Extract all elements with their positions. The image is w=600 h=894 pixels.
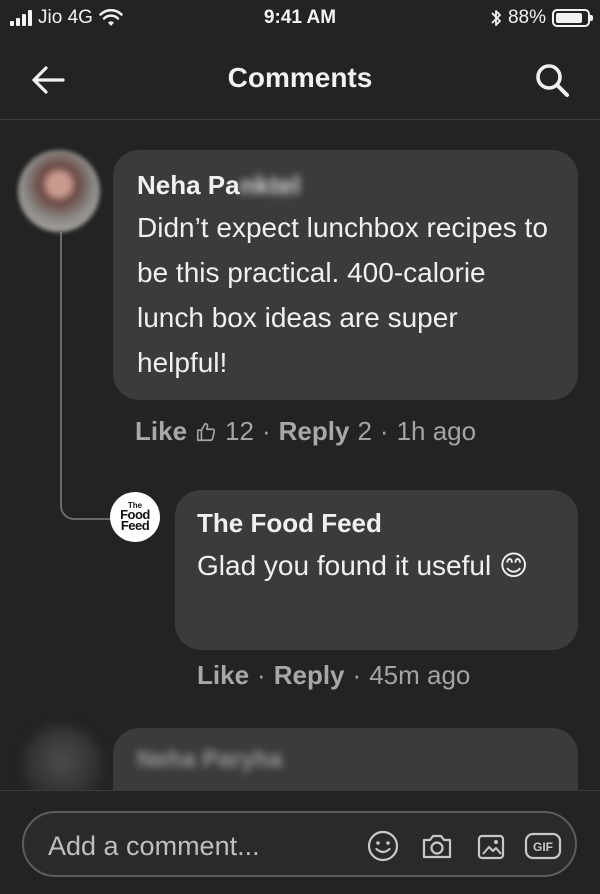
like-button[interactable]: Like (135, 416, 187, 447)
reply-time: 45m ago (369, 660, 471, 690)
reply-thread-line (60, 232, 110, 520)
reply-bubble: The Food Feed Glad you found it useful 😊 (175, 490, 578, 650)
reply-button[interactable]: Reply (274, 660, 345, 691)
like-button[interactable]: Like (197, 660, 249, 691)
separator-dot: · (352, 660, 362, 690)
battery-percent: 88% (507, 7, 546, 28)
comment-bubble: Neha Panktel Didn’t expect lunchbox reci… (113, 150, 578, 400)
comment-actions: Like 12 · Reply 2 · 1h ago (135, 416, 476, 447)
gif-label: GIF (533, 840, 553, 854)
battery-icon (552, 9, 593, 27)
emoji-icon[interactable] (366, 829, 400, 863)
comment-author[interactable]: Neha Paryha (137, 746, 554, 774)
author-name-visible: Neha Pa (137, 170, 240, 200)
reply-count: 2 (357, 416, 372, 446)
reply-actions: Like · Reply · 45m ago (197, 660, 470, 691)
comment-text: Didn’t expect lunchbox recipes to be thi… (137, 212, 548, 378)
app-header: Comments (0, 40, 600, 120)
reply-button[interactable]: Reply (279, 416, 350, 447)
search-icon[interactable] (532, 60, 572, 100)
gif-icon[interactable]: GIF (524, 829, 562, 863)
camera-icon[interactable] (420, 829, 454, 863)
comment-time: 1h ago (396, 416, 477, 446)
comment-input[interactable]: Add a comment... GIF (22, 811, 577, 877)
gallery-icon[interactable] (474, 829, 508, 863)
page-title: Comments (227, 62, 373, 93)
comment-input-placeholder: Add a comment... (48, 831, 260, 861)
comment-author[interactable]: Neha Panktel (137, 170, 554, 201)
avatar[interactable] (18, 150, 100, 232)
author-name-blurred: nktel (239, 170, 301, 200)
separator-dot: · (379, 416, 389, 446)
separator-dot: · (257, 660, 266, 690)
bluetooth-icon (491, 10, 501, 26)
reply-author[interactable]: The Food Feed (197, 508, 556, 539)
reply-text: Glad you found it useful 😊 (197, 550, 529, 581)
brand-avatar[interactable]: The Food Feed (110, 492, 160, 542)
separator-dot: · (261, 416, 271, 446)
status-right: 88% (490, 7, 593, 29)
avatar-text-line2: Feed (120, 518, 150, 534)
comment-composer: Add a comment... GIF (0, 790, 600, 894)
thumbs-up-icon (196, 422, 216, 441)
like-count: 12 (225, 416, 254, 446)
status-bar: Jio 4G 9:41 AM 88% (0, 0, 600, 36)
